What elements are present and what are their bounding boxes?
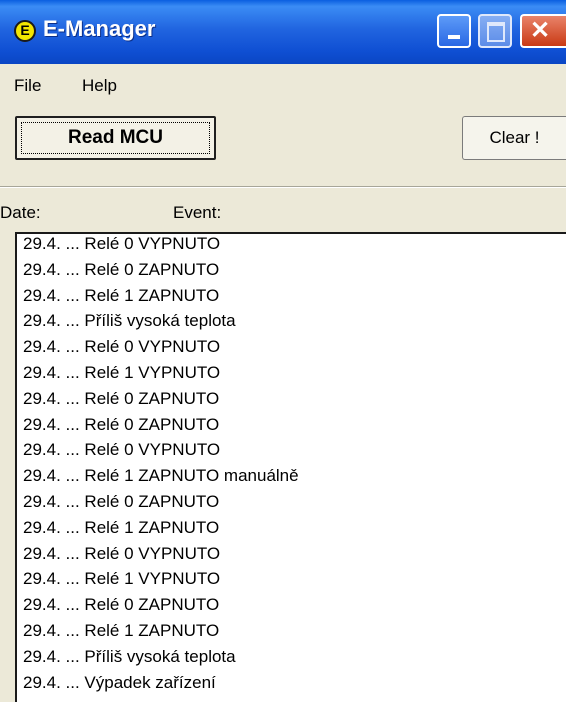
list-item[interactable]: 29.4. ... Relé 1 ZAPNUTO xyxy=(17,621,566,647)
list-item[interactable]: 29.4. ... Relé 1 VYPNUTO xyxy=(17,569,566,595)
list-item[interactable]: 29.4. ... Relé 0 ZAPNUTO xyxy=(17,389,566,415)
list-item[interactable]: 29.4. ... Relé 0 ZAPNUTO xyxy=(17,415,566,441)
read-mcu-button[interactable]: Read MCU xyxy=(15,116,216,160)
clear-button[interactable]: Clear ! xyxy=(462,116,566,160)
list-item[interactable]: 29.4. ... Relé 1 ZAPNUTO manuálně xyxy=(17,466,566,492)
minimize-button[interactable] xyxy=(437,14,471,48)
toolbar: Read MCU Clear ! xyxy=(0,102,566,188)
app-icon-letter: E xyxy=(20,22,30,38)
close-icon: ✕ xyxy=(530,17,551,44)
app-window: E E-Manager ✕ File Help Read MCU Clear !… xyxy=(0,0,566,702)
app-icon: E xyxy=(14,20,36,42)
list-item[interactable]: 29.4. ... Relé 0 VYPNUTO xyxy=(17,544,566,570)
list-item[interactable]: 29.4. ... Relé 0 ZAPNUTO xyxy=(17,595,566,621)
list-item[interactable]: 29.4. ... Relé 0 ZAPNUTO xyxy=(17,260,566,286)
window-title: E-Manager xyxy=(43,16,156,41)
column-headers: Date: Event: xyxy=(0,190,566,230)
event-list[interactable]: 29.4. ... Relé 0 VYPNUTO 29.4. ... Relé … xyxy=(15,232,566,702)
list-item[interactable]: 29.4. ... Relé 0 VYPNUTO xyxy=(17,440,566,466)
list-item[interactable]: 29.4. ... Příliš vysoká teplota xyxy=(17,311,566,337)
date-column-header: Date: xyxy=(0,203,41,222)
list-item[interactable]: 29.4. ... Příliš vysoká teplota xyxy=(17,647,566,673)
title-bar[interactable]: E E-Manager ✕ xyxy=(0,0,566,64)
list-item[interactable]: 29.4. ... Relé 1 ZAPNUTO xyxy=(17,286,566,312)
menu-help[interactable]: Help xyxy=(82,76,117,96)
event-column-header: Event: xyxy=(173,203,222,222)
list-item[interactable]: 29.4. ... Relé 0 ZAPNUTO xyxy=(17,492,566,518)
clear-label: Clear ! xyxy=(489,128,540,147)
list-item[interactable]: 29.4. ... Výpadek zařízení xyxy=(17,673,566,699)
menu-file[interactable]: File xyxy=(14,76,41,96)
toolbar-separator xyxy=(0,186,566,188)
list-item[interactable]: 29.4. ... Relé 1 VYPNUTO xyxy=(17,363,566,389)
list-item[interactable]: 29.4. ... Relé 0 VYPNUTO xyxy=(17,234,566,260)
close-button[interactable]: ✕ xyxy=(520,14,566,48)
maximize-button[interactable] xyxy=(478,14,512,48)
read-mcu-label: Read MCU xyxy=(67,127,163,148)
list-item[interactable]: 29.4. ... Relé 1 ZAPNUTO xyxy=(17,518,566,544)
menu-bar: File Help xyxy=(0,64,566,102)
list-item[interactable]: 29.4. ... Relé 0 VYPNUTO xyxy=(17,337,566,363)
